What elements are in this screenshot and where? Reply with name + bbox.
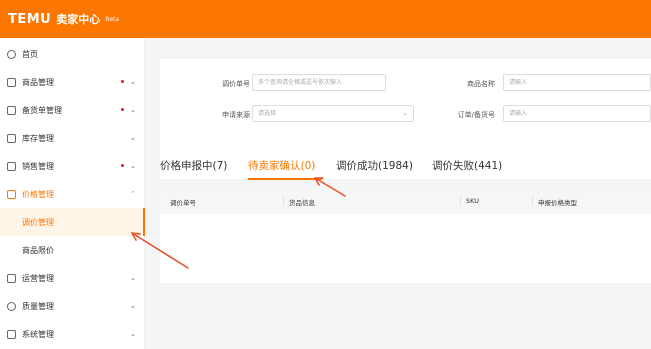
sidebar-item-label: 商品限价 [22, 245, 54, 255]
home-icon [7, 49, 16, 59]
price-icon [7, 189, 16, 199]
sidebar-item-stock-order[interactable]: 备货单管理 ⌄ [0, 96, 145, 124]
quality-icon [7, 301, 16, 311]
order-no-input[interactable]: 请输入 [503, 105, 651, 122]
operations-icon [7, 273, 16, 283]
chevron-down-icon: ⌄ [130, 106, 136, 114]
tab-pending-confirm[interactable]: 待卖家确认(0) [248, 158, 315, 173]
sidebar-item-inventory[interactable]: 库存管理 ⌄ [0, 124, 145, 152]
column-header: 货品信息 [289, 199, 315, 207]
adjustment-table: 调价单号 货品信息 SKU 申报价格类型 [160, 187, 651, 283]
sidebar-item-label: 商品管理 [22, 77, 54, 87]
adjust-no-label: 调价单号 [222, 80, 250, 88]
sidebar-item-label: 销售管理 [22, 161, 54, 171]
sidebar-item-label: 质量管理 [22, 301, 54, 311]
product-name-input[interactable]: 请输入 [503, 74, 651, 91]
main-content: 调价单号 多个查询请全格或逗号依次输入 商品名称 请输入 申请来源 请选择 ⌄ … [145, 38, 651, 349]
sidebar: 首页 商品管理 ⌄ 备货单管理 ⌄ 库存管理 ⌄ 销售管理 ⌄ 价格管理 ⌃ 调… [0, 38, 145, 349]
chevron-down-icon: ⌄ [402, 109, 408, 117]
chevron-down-icon: ⌄ [130, 302, 136, 310]
tab-declaring[interactable]: 价格申报中(7) [160, 158, 227, 173]
product-name-label: 商品名称 [467, 80, 495, 88]
notification-dot [121, 164, 124, 167]
system-icon [7, 329, 16, 339]
column-divider [283, 195, 284, 206]
sidebar-item-label: 调价管理 [22, 217, 54, 227]
temu-logo[interactable]: TEMU [8, 12, 51, 27]
column-header: 调价单号 [170, 199, 196, 207]
sidebar-item-price-adjust[interactable]: 调价管理 [0, 208, 145, 236]
chevron-down-icon: ⌄ [130, 162, 136, 170]
source-label: 申请来源 [222, 111, 250, 119]
product-icon [7, 77, 16, 87]
inventory-icon [7, 133, 16, 143]
chevron-up-icon: ⌃ [130, 190, 136, 198]
source-select[interactable]: 请选择 ⌄ [252, 105, 414, 122]
sidebar-item-label: 首页 [22, 49, 38, 59]
sales-icon [7, 161, 16, 171]
sidebar-item-price-limit[interactable]: 商品限价 [0, 236, 145, 264]
sidebar-item-label: 价格管理 [22, 189, 54, 199]
column-header: 申报价格类型 [538, 199, 577, 207]
notification-dot [121, 108, 124, 111]
sidebar-item-sales[interactable]: 销售管理 ⌄ [0, 152, 145, 180]
table-header: 调价单号 货品信息 SKU 申报价格类型 [160, 187, 651, 214]
tab-success[interactable]: 调价成功(1984) [336, 158, 413, 173]
sidebar-item-label: 运营管理 [22, 273, 54, 283]
sidebar-item-product[interactable]: 商品管理 ⌄ [0, 68, 145, 96]
sidebar-item-label: 系统管理 [22, 329, 54, 339]
beta-badge: Beta [105, 15, 120, 23]
active-tab-underline [248, 178, 322, 180]
column-divider [460, 195, 461, 206]
app-title: 卖家中心 [56, 13, 101, 26]
column-header: SKU [466, 197, 479, 205]
chevron-down-icon: ⌄ [130, 274, 136, 282]
chevron-down-icon: ⌄ [130, 78, 136, 86]
column-divider [532, 195, 533, 206]
sidebar-item-quality[interactable]: 质量管理 ⌄ [0, 292, 145, 320]
notification-dot [121, 80, 124, 83]
chevron-down-icon: ⌄ [130, 134, 136, 142]
source-select-value: 请选择 [258, 110, 277, 117]
chevron-down-icon: ⌄ [130, 330, 136, 338]
sidebar-item-operations[interactable]: 运营管理 ⌄ [0, 264, 145, 292]
sidebar-item-label: 库存管理 [22, 133, 54, 143]
tab-failed[interactable]: 调价失败(441) [432, 158, 502, 173]
sidebar-item-home[interactable]: 首页 [0, 40, 145, 68]
adjust-no-input[interactable]: 多个查询请全格或逗号依次输入 [252, 74, 386, 91]
sidebar-item-label: 备货单管理 [22, 105, 62, 115]
sidebar-item-price[interactable]: 价格管理 ⌃ [0, 180, 145, 208]
order-icon [7, 105, 16, 115]
sidebar-item-system[interactable]: 系统管理 ⌄ [0, 320, 145, 348]
order-no-label: 订单/备货号 [457, 111, 495, 119]
top-bar: TEMU 卖家中心 Beta [0, 0, 651, 38]
